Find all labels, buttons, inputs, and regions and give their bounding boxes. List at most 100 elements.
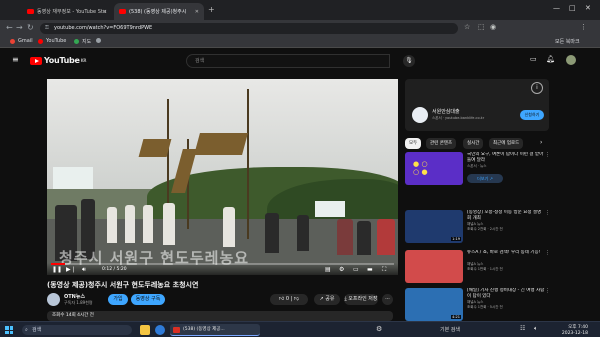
address-bar[interactable]: ⚿ youtube.com/watch?v=FO69T9nrdPWE [40,23,458,34]
download-button[interactable]: ⤓ 오프라인 저장 [344,294,378,305]
taskbar-search[interactable]: ⌕ 검색 [22,325,132,335]
info-icon[interactable]: i [531,82,543,94]
speaker-icon[interactable]: 🔈︎ [534,325,538,333]
profile-icon[interactable]: ◉ [490,23,496,31]
more-options-icon[interactable]: ⋮ [545,152,550,158]
progress-bar[interactable] [51,263,394,265]
video-performer [163,203,175,245]
ad-cta-button[interactable]: 신청하기 [520,110,544,120]
close-window-icon[interactable]: ✕ [585,4,591,12]
channel-name[interactable]: OTN뉴스 [64,293,85,300]
channel-avatar[interactable] [47,293,60,306]
bookmark-globe[interactable] [96,38,104,43]
thumbnail-text: ● ○ ○ ● [413,160,428,176]
recommendation-item[interactable]: 4:21 [채널] 기사 진행 정비대상 - 긴 여행 사람이 답이 있다 채널… [405,288,551,324]
tab-current-video[interactable]: (538) (동영상 제공)청주시 ✕ [114,3,204,20]
advertiser-logo [412,107,428,123]
recommendation-meta: 조회수 2천회 · 2시간 전 [467,227,503,231]
close-tab-icon[interactable]: ✕ [103,9,107,15]
reload-icon[interactable]: ↻ [27,23,34,32]
chip-all[interactable]: 모두 [405,138,422,149]
progress-fill [51,263,65,265]
next-icon[interactable]: ▶❘ [66,266,76,273]
taskbar-chrome-window[interactable]: (538) (동영상 제공... [170,324,260,336]
video-thumbnail: 1:19 [405,210,463,243]
clock-time[interactable]: 오후 7:40 [556,324,588,330]
browser-toolbar: ← → ↻ ⚿ youtube.com/watch?v=FO69T9nrdPWE… [0,20,600,36]
new-tab-button[interactable]: + [208,5,215,14]
windows-taskbar: ⌕ 검색 (538) (동영상 제공... ⚙︎ 기본 검색 ☷ 🔈︎ 오후 7… [0,321,600,337]
forward-icon[interactable]: → [16,23,23,32]
all-bookmarks-label: 모든 북마크 [555,39,580,45]
notifications-icon[interactable]: 🔔︎ [546,55,555,63]
more-options-icon[interactable]: ⋮ [545,250,550,256]
account-avatar[interactable] [566,55,576,65]
video-performer [107,207,117,243]
theater-mode-icon[interactable]: ▬ [367,266,373,273]
video-performer [223,207,235,247]
volume-icon[interactable]: 🔊︎ [82,266,86,274]
video-duration: 1:19 [451,237,461,241]
thumbs-down-icon[interactable]: | 👎︎ [289,296,299,302]
recommendation-item[interactable]: ● ○ ○ ● 국민의 요구, 여론이 답이다 이런 걸 받아들여 달라 스폰서 … [405,152,551,188]
bookmark-label: 지도 [82,39,92,45]
edge-icon[interactable] [155,325,165,335]
settings-gear-icon[interactable]: ⚙︎ [339,266,344,273]
recommendation-item[interactable]: 1:19 [동영상] 오송·청정 이동 방문 요청 설명회 개최 채널A 뉴스 … [405,210,551,246]
close-tab-icon[interactable]: ✕ [195,9,199,15]
back-icon[interactable]: ← [6,23,13,32]
ad-title: 서원안심대출 [432,109,460,115]
channel-subscribers: 구독자 1.89천명 [64,300,93,305]
share-button[interactable]: ↗ 공유 [314,294,340,305]
join-button[interactable]: 가입 [108,294,128,305]
all-bookmarks[interactable]: 모든 북마크 [555,38,580,45]
gear-icon[interactable]: ⚙︎ [376,325,382,333]
recommendation-title: [동영상] 오송·청정 이동 방문 요청 설명회 개최 [467,210,542,221]
bookmark-maps[interactable]: 지도 [74,38,91,45]
voice-search-icon[interactable]: 🎙︎ [403,55,415,67]
taskbar-task-label: (538) (동영상 제공... [183,327,225,332]
pause-icon[interactable]: ❚❚ [52,266,62,273]
extensions-icon[interactable]: ⬚ [478,23,485,31]
input-language[interactable]: 기본 검색 [440,326,460,333]
video-tent [53,167,93,189]
ad-panel[interactable] [405,79,549,131]
tab-youtube-studio[interactable]: 동영상 재무정보 - YouTube Stu ✕ [22,3,112,20]
file-explorer-icon[interactable] [140,325,150,335]
clock-date[interactable]: 2023-12-18 [556,331,588,336]
video-person [377,219,395,255]
subscribe-button[interactable]: 동영상 구독 [131,294,165,305]
more-options-icon[interactable]: ⋮ [545,210,550,216]
network-icon[interactable]: ☷ [520,325,525,332]
video-person [337,219,353,255]
more-info-button[interactable]: 더보기 ↗ [467,174,503,183]
chip-live[interactable]: 실시간 [463,138,484,149]
maximize-icon[interactable]: □ [569,4,576,12]
miniplayer-icon[interactable]: ▭ [353,266,359,273]
video-player[interactable]: 청주시 서원구 현도두레농요 ❚❚ ▶❘ 🔊︎ 0:12 / 5:20 ▤ ⚙︎… [47,79,398,275]
video-thumbnail: 4:21 [405,288,463,321]
address-text: youtube.com/watch?v=FO69T9nrdPWE [54,25,153,31]
chip-recent[interactable]: 최근에 업로드 [489,138,524,149]
like-button[interactable]: 👍︎ 0 | 👎︎ [270,294,308,305]
subtitles-icon[interactable]: ▤ [325,266,331,273]
chip-related[interactable]: 관련 콘텐츠 [426,138,457,149]
create-video-icon[interactable]: ▭ [530,55,537,63]
minimize-icon[interactable]: — [553,4,560,12]
fullscreen-icon[interactable]: ⛶ [382,266,386,274]
search-input[interactable]: 검색 [186,54,390,68]
more-options-icon[interactable]: ⋮ [545,288,550,294]
bookmark-youtube[interactable]: YouTube [38,38,66,44]
chevron-right-icon[interactable]: › [540,139,542,146]
video-timecode: 0:12 / 5:20 [102,267,127,272]
bookmark-gmail[interactable]: Gmail [10,38,33,44]
menu-icon[interactable]: ⋮ [580,23,587,31]
start-menu-icon[interactable] [5,326,13,334]
tab-label: (538) (동영상 제공)청주시 [129,9,187,15]
recommendation-item[interactable]: 뉴스A / 쇼, 바로 검색! 우리 동네 기능! 채널A 뉴스 조회수 1만회… [405,250,551,286]
hamburger-menu-icon[interactable]: ≡ [12,55,19,64]
video-description[interactable]: 조회수 14회 4시간 전 [47,311,393,321]
youtube-logo[interactable]: YouTube KR [30,56,86,65]
more-actions-button[interactable]: ··· [382,294,393,305]
bookmark-star-icon[interactable]: ☆ [464,23,470,31]
